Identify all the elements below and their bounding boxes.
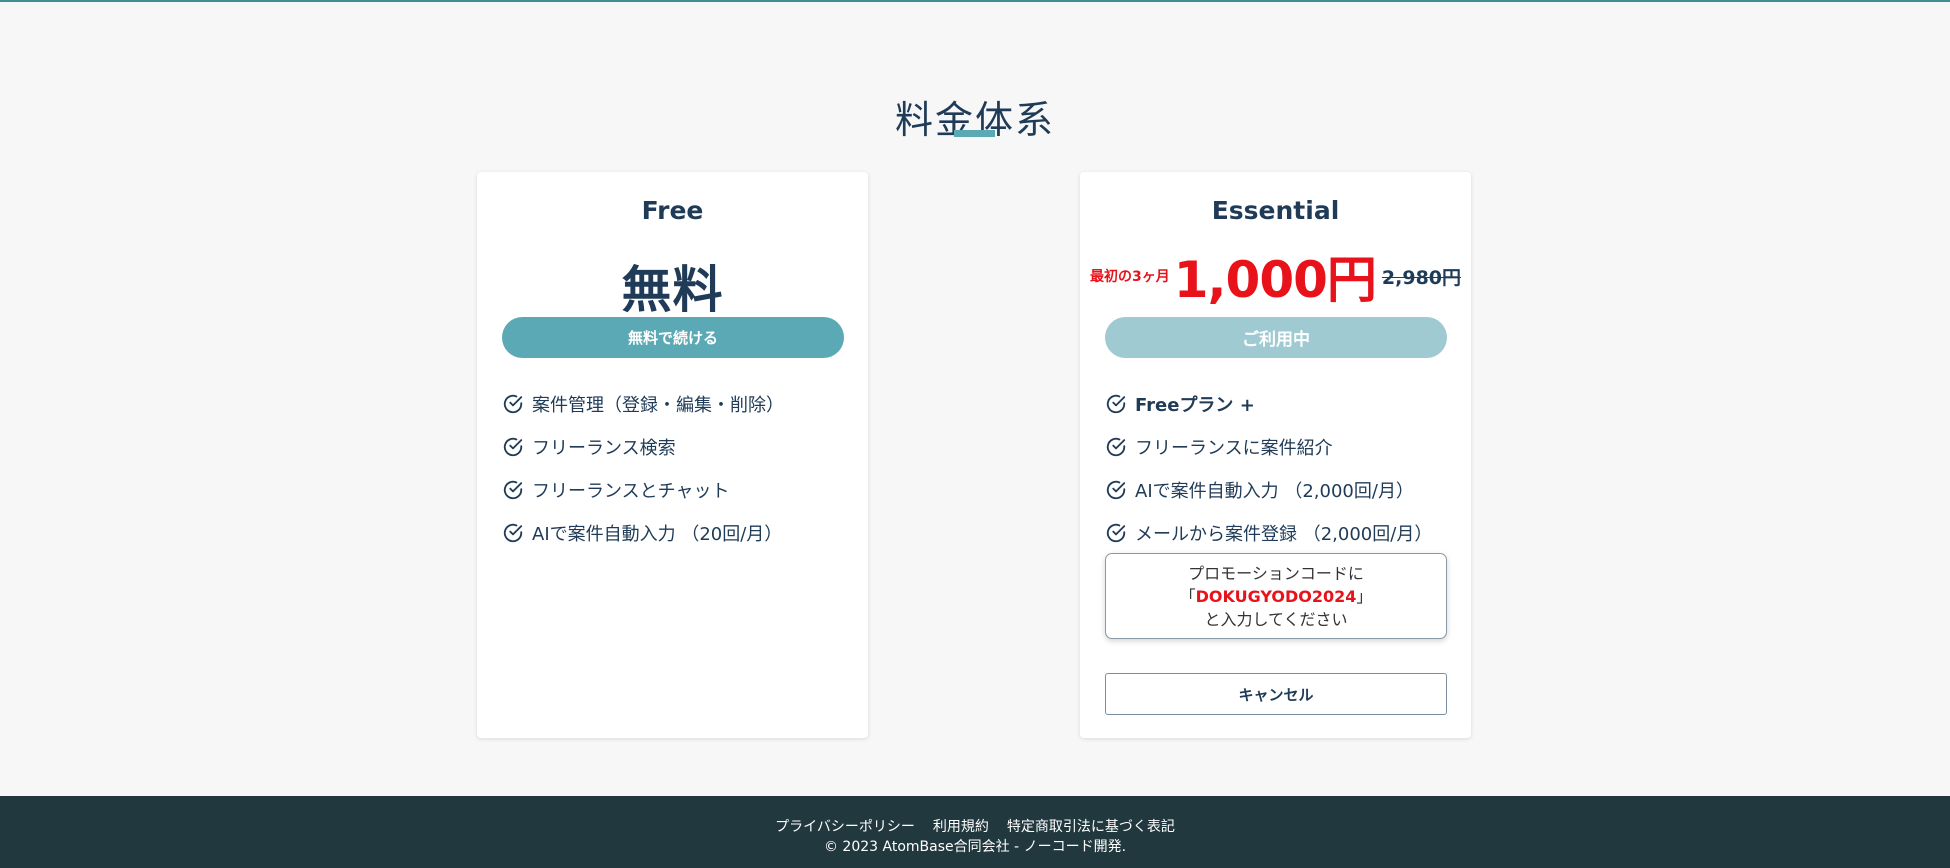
commerce-law-link[interactable]: 特定商取引法に基づく表記 (1007, 816, 1175, 836)
feature-label: AIで案件自動入力 （20回/月） (532, 523, 783, 545)
feature-item: AIで案件自動入力 （20回/月） (502, 511, 858, 554)
promo-line-3: と入力してください (1204, 609, 1348, 629)
promo-line-1: プロモーションコードに (1188, 563, 1364, 583)
copyright: © 2023 AtomBase合同会社 - ノーコード開発. (823, 839, 1127, 855)
promo-period-label: 最初の3ヶ月 (1090, 269, 1170, 285)
check-circle-icon (503, 480, 523, 499)
footer-links: プライバシーポリシー 利用規約 特定商取引法に基づく表記 (0, 816, 1950, 836)
title-underline (954, 130, 995, 137)
check-circle-icon (503, 394, 523, 413)
feature-item: Freeプラン + (1105, 382, 1461, 425)
feature-list-essential: Freeプラン + フリーランスに案件紹介 AIで案件自動入力 （2,000回/… (1105, 382, 1461, 554)
check-circle-icon (1106, 394, 1126, 413)
promo-bracket-open: 「 (1179, 586, 1196, 606)
feature-label: 案件管理（登録・編集・削除） (532, 394, 784, 416)
feature-label: フリーランスとチャット (532, 480, 730, 502)
feature-list-free: 案件管理（登録・編集・削除） フリーランス検索 フリーランスとチャット AIで案… (502, 382, 858, 554)
feature-label: メールから案件登録 （2,000回/月） (1135, 523, 1433, 545)
feature-label: AIで案件自動入力 （2,000回/月） (1135, 480, 1414, 502)
privacy-policy-link[interactable]: プライバシーポリシー (775, 816, 915, 836)
feature-item: フリーランスとチャット (502, 468, 858, 511)
check-circle-icon (1106, 480, 1126, 499)
footer: プライバシーポリシー 利用規約 特定商取引法に基づく表記 © 2023 Atom… (0, 796, 1950, 868)
feature-label: フリーランス検索 (532, 437, 676, 459)
plan-name-free: Free (641, 196, 704, 225)
promo-bracket-close: 」 (1356, 586, 1373, 606)
feature-item: AIで案件自動入力 （2,000回/月） (1105, 468, 1461, 511)
plan-price-free: 無料 (621, 261, 724, 319)
price-row-essential: 最初の3ヶ月 1,000円 2,980円 (1090, 246, 1461, 309)
original-price: 2,980円 (1381, 266, 1462, 289)
current-plan-button[interactable]: ご利用中 (1105, 317, 1447, 358)
check-circle-icon (503, 437, 523, 456)
promo-code-box: プロモーションコードに 「DOKUGYODO2024」 と入力してください (1105, 553, 1447, 639)
cancel-button[interactable]: キャンセル (1105, 673, 1447, 715)
check-circle-icon (1106, 437, 1126, 456)
feature-item: フリーランスに案件紹介 (1105, 425, 1461, 468)
feature-item: メールから案件登録 （2,000回/月） (1105, 511, 1461, 554)
feature-label: フリーランスに案件紹介 (1135, 437, 1333, 459)
check-circle-icon (503, 523, 523, 542)
feature-item: フリーランス検索 (502, 425, 858, 468)
promo-code: DOKUGYODO2024 (1195, 586, 1357, 606)
feature-item: 案件管理（登録・編集・削除） (502, 382, 858, 425)
plan-card-essential: Essential 最初の3ヶ月 1,000円 2,980円 ご利用中 Free… (1080, 172, 1471, 738)
terms-link[interactable]: 利用規約 (933, 816, 989, 836)
promo-price: 1,000円 (1173, 251, 1377, 309)
promo-line-2: 「DOKUGYODO2024」 (1180, 585, 1373, 608)
check-circle-icon (1106, 523, 1126, 542)
continue-free-button[interactable]: 無料で続ける (502, 317, 844, 358)
feature-label: Freeプラン + (1135, 394, 1255, 416)
plan-name-essential: Essential (1211, 196, 1340, 225)
plan-card-free: Free 無料 無料で続ける 案件管理（登録・編集・削除） フリーランス検索 フ… (477, 172, 868, 738)
